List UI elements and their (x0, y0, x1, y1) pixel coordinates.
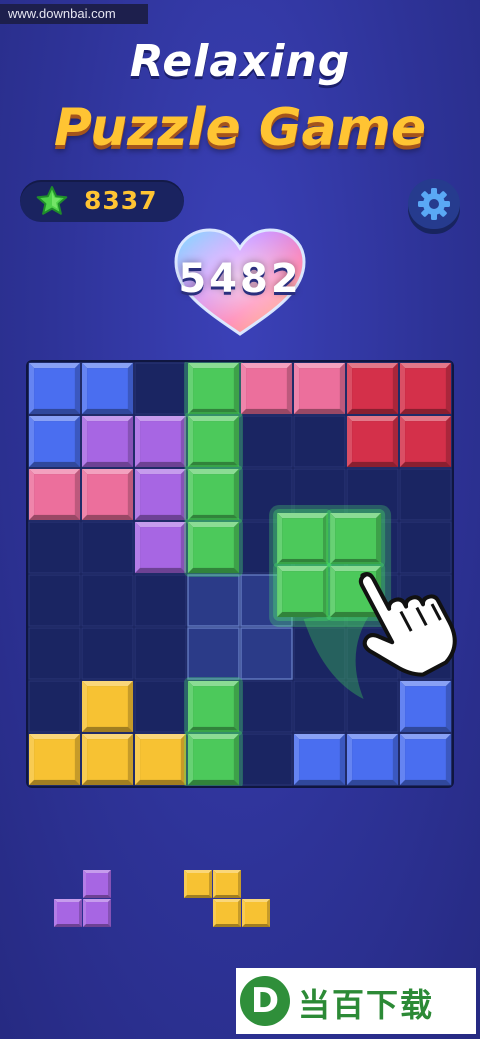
board-cell[interactable] (81, 574, 134, 627)
tray-block-yellow (184, 870, 212, 898)
block-purple (82, 416, 133, 467)
board-cell[interactable] (134, 362, 187, 415)
block-purple (135, 469, 186, 520)
tray-block-yellow (213, 899, 241, 927)
board-cell[interactable] (293, 415, 346, 468)
star-count: 8337 (84, 186, 158, 215)
board-cell[interactable] (28, 627, 81, 680)
block-green (184, 677, 243, 736)
block-blue (82, 363, 133, 414)
board-cell[interactable] (28, 521, 81, 574)
block-red (400, 363, 451, 414)
block-blue (294, 734, 345, 785)
block-yellow (82, 734, 133, 785)
tray-piece-yellow[interactable] (184, 870, 270, 927)
piece-tray (54, 870, 270, 927)
block-purple (135, 522, 186, 573)
tray-block-purple (83, 870, 111, 898)
tray-block-purple (54, 899, 82, 927)
board-cell[interactable] (134, 627, 187, 680)
block-green (184, 730, 243, 786)
board-cell[interactable] (346, 468, 399, 521)
star-icon (36, 186, 68, 215)
board-cell[interactable] (293, 468, 346, 521)
block-yellow (29, 734, 80, 785)
board-cell[interactable] (399, 574, 452, 627)
title-line-2: Puzzle Game (53, 98, 427, 158)
board-cell[interactable] (240, 521, 293, 574)
block-blue (347, 734, 398, 785)
board-cell[interactable] (81, 521, 134, 574)
tray-block-yellow (213, 870, 241, 898)
board-cell[interactable] (240, 415, 293, 468)
settings-button[interactable] (408, 179, 460, 229)
block-blue (400, 734, 451, 785)
board-cell[interactable] (399, 627, 452, 680)
block-pink (241, 363, 292, 414)
tray-block-yellow (242, 899, 270, 927)
block-green (184, 362, 243, 418)
block-blue (29, 416, 80, 467)
block-pink (82, 469, 133, 520)
placement-preview-cell (240, 574, 293, 627)
block-blue (29, 363, 80, 414)
board-cell[interactable] (293, 627, 346, 680)
tray-piece-purple[interactable] (54, 870, 111, 927)
placement-preview-cell (187, 627, 240, 680)
block-pink (294, 363, 345, 414)
block-blue (400, 681, 451, 732)
placement-preview-cell (187, 574, 240, 627)
board-cell[interactable] (293, 574, 346, 627)
watermark-text: 当百下载 (298, 986, 435, 1024)
board-cell[interactable] (346, 627, 399, 680)
star-counter: 8337 (20, 180, 184, 222)
board-cell[interactable] (81, 627, 134, 680)
board-cell[interactable] (134, 574, 187, 627)
board-cell[interactable] (293, 680, 346, 733)
title-line-1: Relaxing (129, 36, 351, 87)
board-cell[interactable] (28, 574, 81, 627)
board-cell[interactable] (399, 521, 452, 574)
block-green (184, 412, 243, 471)
board-cell[interactable] (240, 733, 293, 786)
board-cell[interactable] (346, 680, 399, 733)
block-purple (135, 416, 186, 467)
board-cell[interactable] (28, 680, 81, 733)
block-yellow (135, 734, 186, 785)
game-board[interactable] (28, 362, 452, 786)
gear-icon (418, 188, 450, 220)
d-logo-icon: D (240, 976, 290, 1026)
block-green (184, 465, 243, 524)
placement-preview-cell (240, 627, 293, 680)
block-pink (29, 469, 80, 520)
watermark-url: www.downbai.com (0, 4, 148, 24)
board-grid (28, 362, 452, 786)
block-red (400, 416, 451, 467)
board-cell[interactable] (293, 521, 346, 574)
score-display: 5482 (178, 256, 302, 302)
tray-block-purple (83, 899, 111, 927)
board-cell[interactable] (240, 680, 293, 733)
block-green (184, 518, 243, 577)
board-cell[interactable] (346, 574, 399, 627)
block-yellow (82, 681, 133, 732)
board-cell[interactable] (240, 468, 293, 521)
board-cell[interactable] (134, 680, 187, 733)
board-cell[interactable] (399, 468, 452, 521)
watermark-logo: D 当百下载 (236, 968, 476, 1034)
block-red (347, 363, 398, 414)
block-red (347, 416, 398, 467)
board-cell[interactable] (346, 521, 399, 574)
